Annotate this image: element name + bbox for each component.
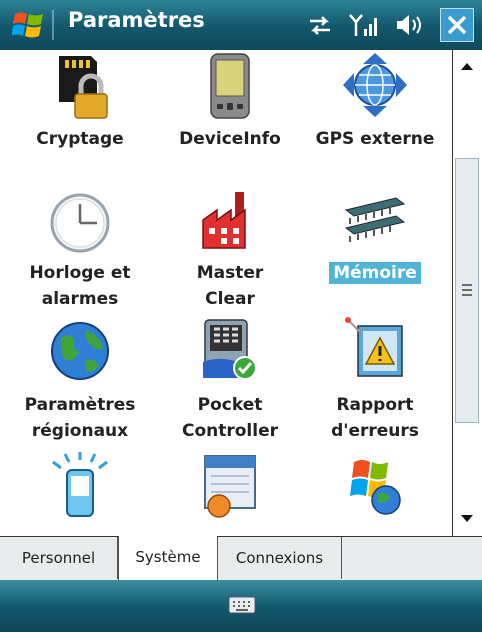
tab-personnel[interactable]: Personnel — [0, 537, 118, 579]
calendar-icon — [204, 455, 256, 518]
item-label-line2: d'erreurs — [331, 421, 419, 441]
pocket-controller-icon — [203, 319, 257, 380]
memory-chip-icon — [344, 197, 406, 242]
item-label-line2: Controller — [181, 421, 278, 441]
vertical-scrollbar[interactable] — [452, 50, 482, 536]
pda-device-icon — [210, 53, 250, 119]
close-icon — [447, 15, 467, 35]
item-label: DeviceInfo — [179, 129, 281, 149]
gps-globe-icon — [343, 53, 407, 117]
item-label-line1: Paramètres — [24, 395, 136, 415]
item-label-line1: Master — [196, 263, 264, 283]
windows-logo-icon — [350, 460, 401, 515]
scroll-down-button[interactable] — [453, 502, 482, 536]
clock-icon — [50, 193, 110, 253]
start-flag-icon[interactable] — [12, 8, 46, 42]
factory-icon — [202, 192, 246, 249]
speaker-icon[interactable] — [394, 12, 426, 38]
sd-card-lock-icon — [59, 56, 108, 119]
scroll-thumb[interactable] — [455, 158, 479, 423]
settings-screen: Paramètres Cryptage DeviceInfo GPS exter… — [0, 0, 482, 632]
soft-key-bar — [0, 580, 482, 632]
item-label-line1: Horloge et — [29, 263, 131, 283]
item-label-line2: Clear — [205, 289, 255, 309]
item-label-line2: alarmes — [41, 289, 119, 309]
item-label: Cryptage — [36, 129, 124, 149]
keyboard-icon[interactable] — [228, 596, 256, 614]
item-label-line2: régionaux — [31, 421, 129, 441]
selected-label-text: Mémoire — [329, 262, 421, 284]
item-label-line1: Rapport — [336, 395, 414, 415]
window-title: Paramètres — [68, 8, 205, 32]
settings-grid: Cryptage DeviceInfo GPS externe Horloge … — [0, 50, 452, 536]
tab-connexions[interactable]: Connexions — [218, 537, 342, 579]
grip-icon — [462, 284, 472, 296]
item-label-line1: Pocket — [197, 395, 263, 415]
arrow-up-icon — [461, 63, 473, 70]
item-label-selected: Mémoire — [295, 260, 452, 286]
sync-arrows-icon[interactable] — [306, 12, 334, 38]
signal-strength-icon[interactable] — [348, 12, 380, 38]
tab-systeme[interactable]: Système — [118, 536, 218, 580]
scroll-up-button[interactable] — [453, 50, 482, 84]
error-report-icon — [345, 317, 403, 377]
close-button[interactable] — [440, 8, 474, 42]
phone-light-icon — [52, 452, 108, 517]
globe-icon — [51, 322, 109, 380]
tab-bar: Personnel Système Connexions — [0, 536, 482, 580]
title-bar: Paramètres — [0, 0, 482, 50]
item-label: GPS externe — [315, 129, 435, 149]
title-separator — [52, 10, 54, 40]
arrow-down-icon — [461, 515, 473, 522]
